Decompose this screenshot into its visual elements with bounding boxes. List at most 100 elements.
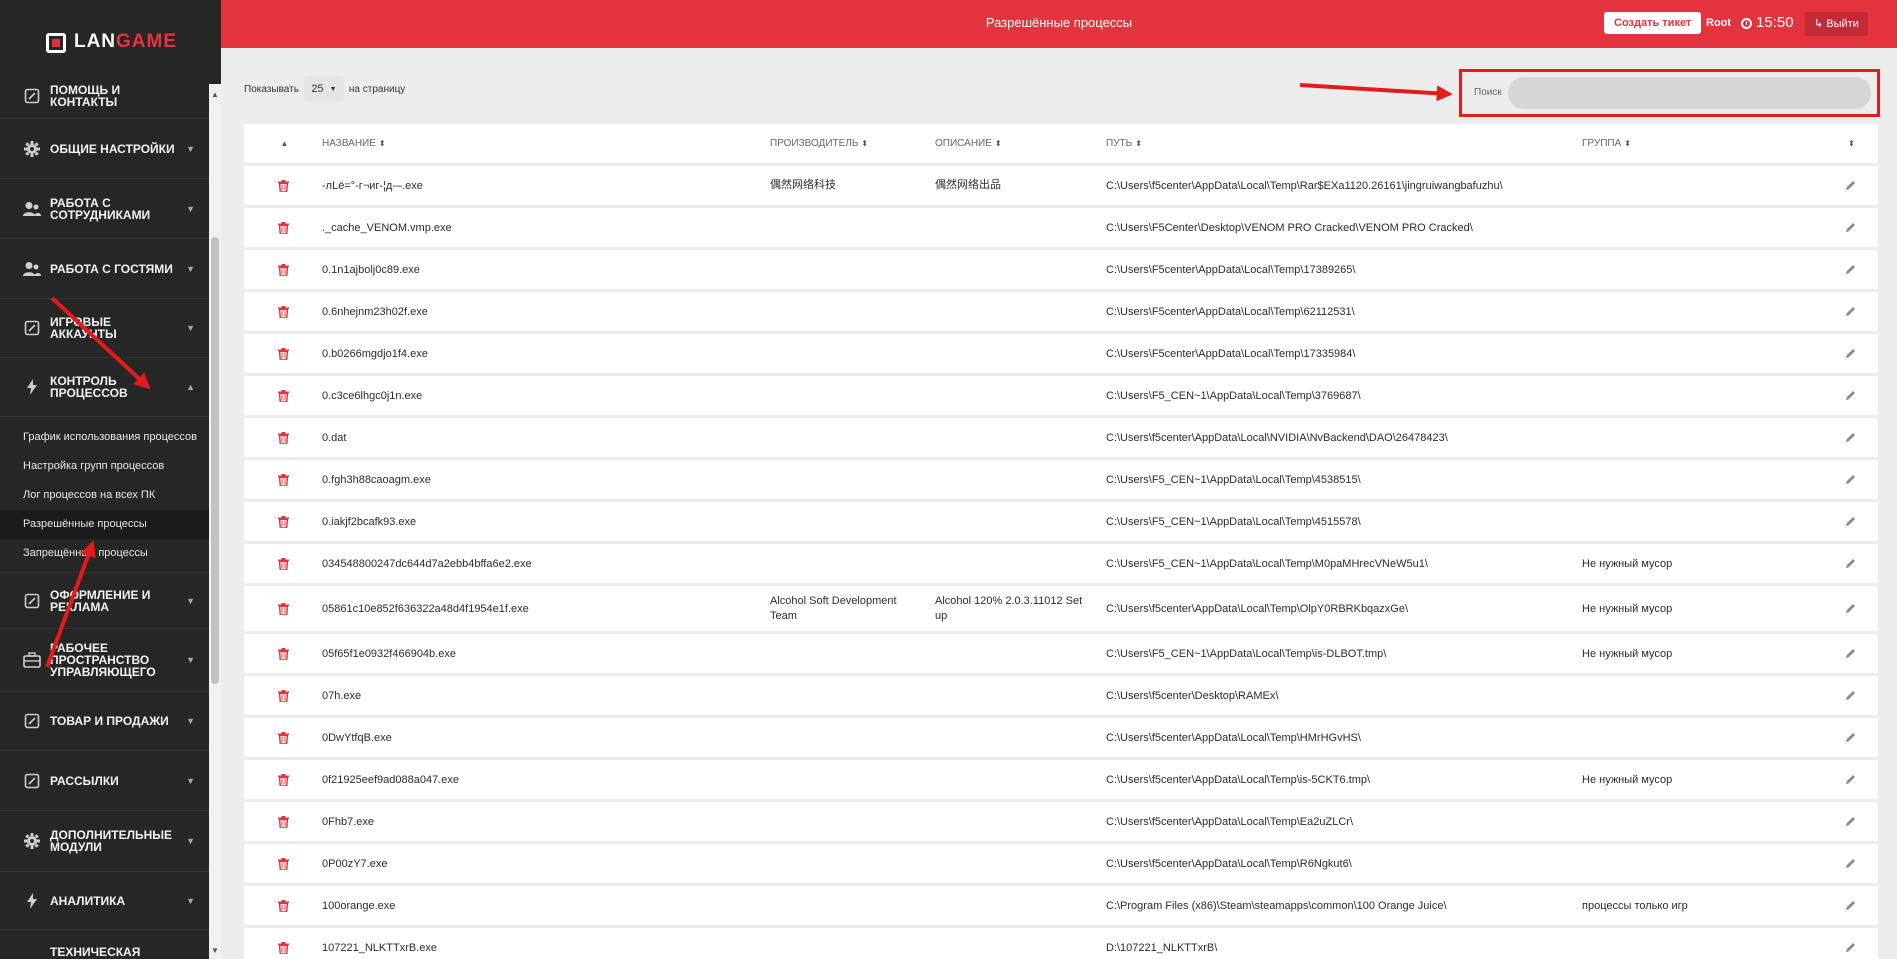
sidebar-item-top-3[interactable]: Работа с гостями ▼ — [0, 239, 209, 299]
delete-cell — [244, 689, 322, 702]
pencil-icon[interactable] — [1845, 264, 1856, 275]
trash-icon[interactable] — [277, 431, 289, 444]
sidebar-item-bottom-3[interactable]: Рассылки ▼ — [0, 751, 209, 811]
clock: 15:50 — [1741, 0, 1794, 46]
pencil-icon[interactable] — [1845, 690, 1856, 701]
submenu-item-2[interactable]: Лог процессов на всех ПК — [0, 481, 209, 510]
trash-icon[interactable] — [277, 731, 289, 744]
trash-icon[interactable] — [277, 473, 289, 486]
cell-name: 034548800247dc644d7a2ebb4bffa6e2.exe — [322, 557, 532, 570]
submenu-item-0[interactable]: График использования процессов — [0, 423, 209, 452]
user-name[interactable]: Root — [1706, 0, 1731, 47]
trash-icon[interactable] — [277, 602, 289, 615]
edit-cell — [1822, 264, 1878, 275]
cell-path: C:\Users\f5center\AppData\Local\Temp\Rar… — [1106, 179, 1503, 192]
header-col-maker[interactable]: Производитель ⬍ — [770, 136, 935, 151]
sidebar-item-top-1[interactable]: Общие настройки ▼ — [0, 119, 209, 179]
edit-cell — [1822, 900, 1878, 911]
pencil-icon[interactable] — [1845, 900, 1856, 911]
submenu-item-3[interactable]: Разрешённые процессы — [0, 510, 209, 539]
trash-icon[interactable] — [277, 647, 289, 660]
trash-icon[interactable] — [277, 773, 289, 786]
scroll-up-icon[interactable]: ▲ — [209, 89, 221, 101]
edit-cell — [1822, 390, 1878, 401]
scroll-down-icon[interactable]: ▼ — [209, 945, 221, 957]
sidebar-item-bottom-4[interactable]: Дополнительные модули ▼ — [0, 811, 209, 872]
sort-icon[interactable]: ⬍ — [1135, 139, 1142, 148]
trash-icon[interactable] — [277, 221, 289, 234]
edit-cell — [1822, 474, 1878, 485]
pencil-icon[interactable] — [1845, 306, 1856, 317]
bolt-icon — [22, 891, 42, 911]
trash-icon[interactable] — [277, 557, 289, 570]
pencil-icon[interactable] — [1845, 942, 1856, 953]
delete-cell — [244, 815, 322, 828]
search-input[interactable] — [1508, 77, 1871, 109]
pencil-icon[interactable] — [1845, 603, 1856, 614]
trash-icon[interactable] — [277, 941, 289, 954]
sort-icon[interactable]: ▲ — [281, 139, 289, 148]
sidebar-item-top-0[interactable]: Помощь и контакты — [0, 74, 209, 119]
pencil-icon[interactable] — [1845, 732, 1856, 743]
trash-icon[interactable] — [277, 305, 289, 318]
table-header: ▲ Название ⬍ Производитель ⬍ Описание ⬍ Путь ⬍ Гр… — [244, 124, 1878, 163]
submenu-item-4[interactable]: Запрещённые процессы — [0, 539, 209, 568]
cell-group: Не нужный мусор — [1582, 557, 1673, 570]
edit-cell — [1822, 603, 1878, 614]
header-col-path[interactable]: Путь ⬍ — [1106, 138, 1582, 149]
pencil-icon[interactable] — [1845, 558, 1856, 569]
header-col-name[interactable]: Название ⬍ — [322, 138, 770, 149]
delete-cell — [244, 857, 322, 870]
header-col-actions[interactable]: ▲ — [244, 139, 322, 148]
pencil-icon[interactable] — [1845, 390, 1856, 401]
pencil-icon[interactable] — [1845, 774, 1856, 785]
sort-icon[interactable]: ⬍ — [995, 139, 1002, 148]
submenu-item-1[interactable]: Настройка групп процессов — [0, 452, 209, 481]
page-size-select[interactable]: 25 ▼ — [303, 76, 344, 102]
pencil-icon[interactable] — [1845, 648, 1856, 659]
trash-icon[interactable] — [277, 389, 289, 402]
pencil-icon[interactable] — [1845, 474, 1856, 485]
sidebar-item-bottom-0[interactable]: Оформление и реклама ▼ — [0, 573, 209, 629]
create-ticket-button[interactable]: Создать тикет — [1604, 12, 1702, 34]
trash-icon[interactable] — [277, 347, 289, 360]
trash-icon[interactable] — [277, 689, 289, 702]
cell-path: C:\Users\f5center\AppData\Local\Temp\Olp… — [1106, 602, 1409, 615]
sort-icon[interactable]: ⬍ — [1848, 139, 1855, 148]
sidebar-item-bottom-5[interactable]: Аналитика ▼ — [0, 872, 209, 930]
sort-icon[interactable]: ⬍ — [379, 139, 386, 148]
pencil-icon[interactable] — [1845, 348, 1856, 359]
trash-icon[interactable] — [277, 857, 289, 870]
sort-icon[interactable]: ⬍ — [861, 139, 868, 148]
cell-name: 0.fgh3h88caoagm.exe — [322, 473, 431, 486]
cell-path: C:\Program Files (x86)\Steam\steamapps\c… — [1106, 899, 1447, 912]
sidebar-item-top-4[interactable]: Игровые аккаунты ▼ — [0, 299, 209, 358]
pencil-icon[interactable] — [1845, 816, 1856, 827]
pencil-icon[interactable] — [1845, 516, 1856, 527]
trash-icon[interactable] — [277, 179, 289, 192]
header-col-group[interactable]: Группа ⬍ — [1582, 138, 1822, 149]
trash-icon[interactable] — [277, 899, 289, 912]
sidebar-item-bottom-6[interactable]: Техническая статистика домена — [0, 930, 209, 959]
trash-icon[interactable] — [277, 515, 289, 528]
sidebar-item-top-5[interactable]: Контроль процессов ▲ — [0, 358, 209, 417]
sidebar-item-bottom-1[interactable]: Рабочее пространство управляющего ▼ — [0, 629, 209, 692]
pencil-icon[interactable] — [1845, 180, 1856, 191]
pencil-icon[interactable] — [1845, 858, 1856, 869]
sidebar-item-top-2[interactable]: Работа с сотрудниками ▼ — [0, 179, 209, 239]
trash-icon[interactable] — [277, 263, 289, 276]
scrollbar-thumb[interactable] — [211, 237, 219, 684]
pencil-icon[interactable] — [1845, 432, 1856, 443]
pencil-icon[interactable] — [1845, 222, 1856, 233]
sidebar-scrollbar[interactable]: ▲ ▼ — [209, 84, 221, 959]
header-col-edit[interactable]: ⬍ — [1822, 139, 1878, 148]
logo[interactable]: LANGAME — [0, 0, 221, 84]
sort-icon[interactable]: ⬍ — [1624, 139, 1631, 148]
trash-icon[interactable] — [277, 815, 289, 828]
gear-icon — [22, 831, 42, 851]
sidebar-item-bottom-2[interactable]: Товар и продажи ▼ — [0, 692, 209, 751]
header-col-desc[interactable]: Описание ⬍ — [935, 136, 1106, 151]
cell-maker: Alcohol Soft Development Team — [770, 594, 897, 622]
chevron-down-icon: ▼ — [186, 775, 195, 786]
logout-button[interactable]: ↳ Выйти — [1805, 12, 1868, 36]
